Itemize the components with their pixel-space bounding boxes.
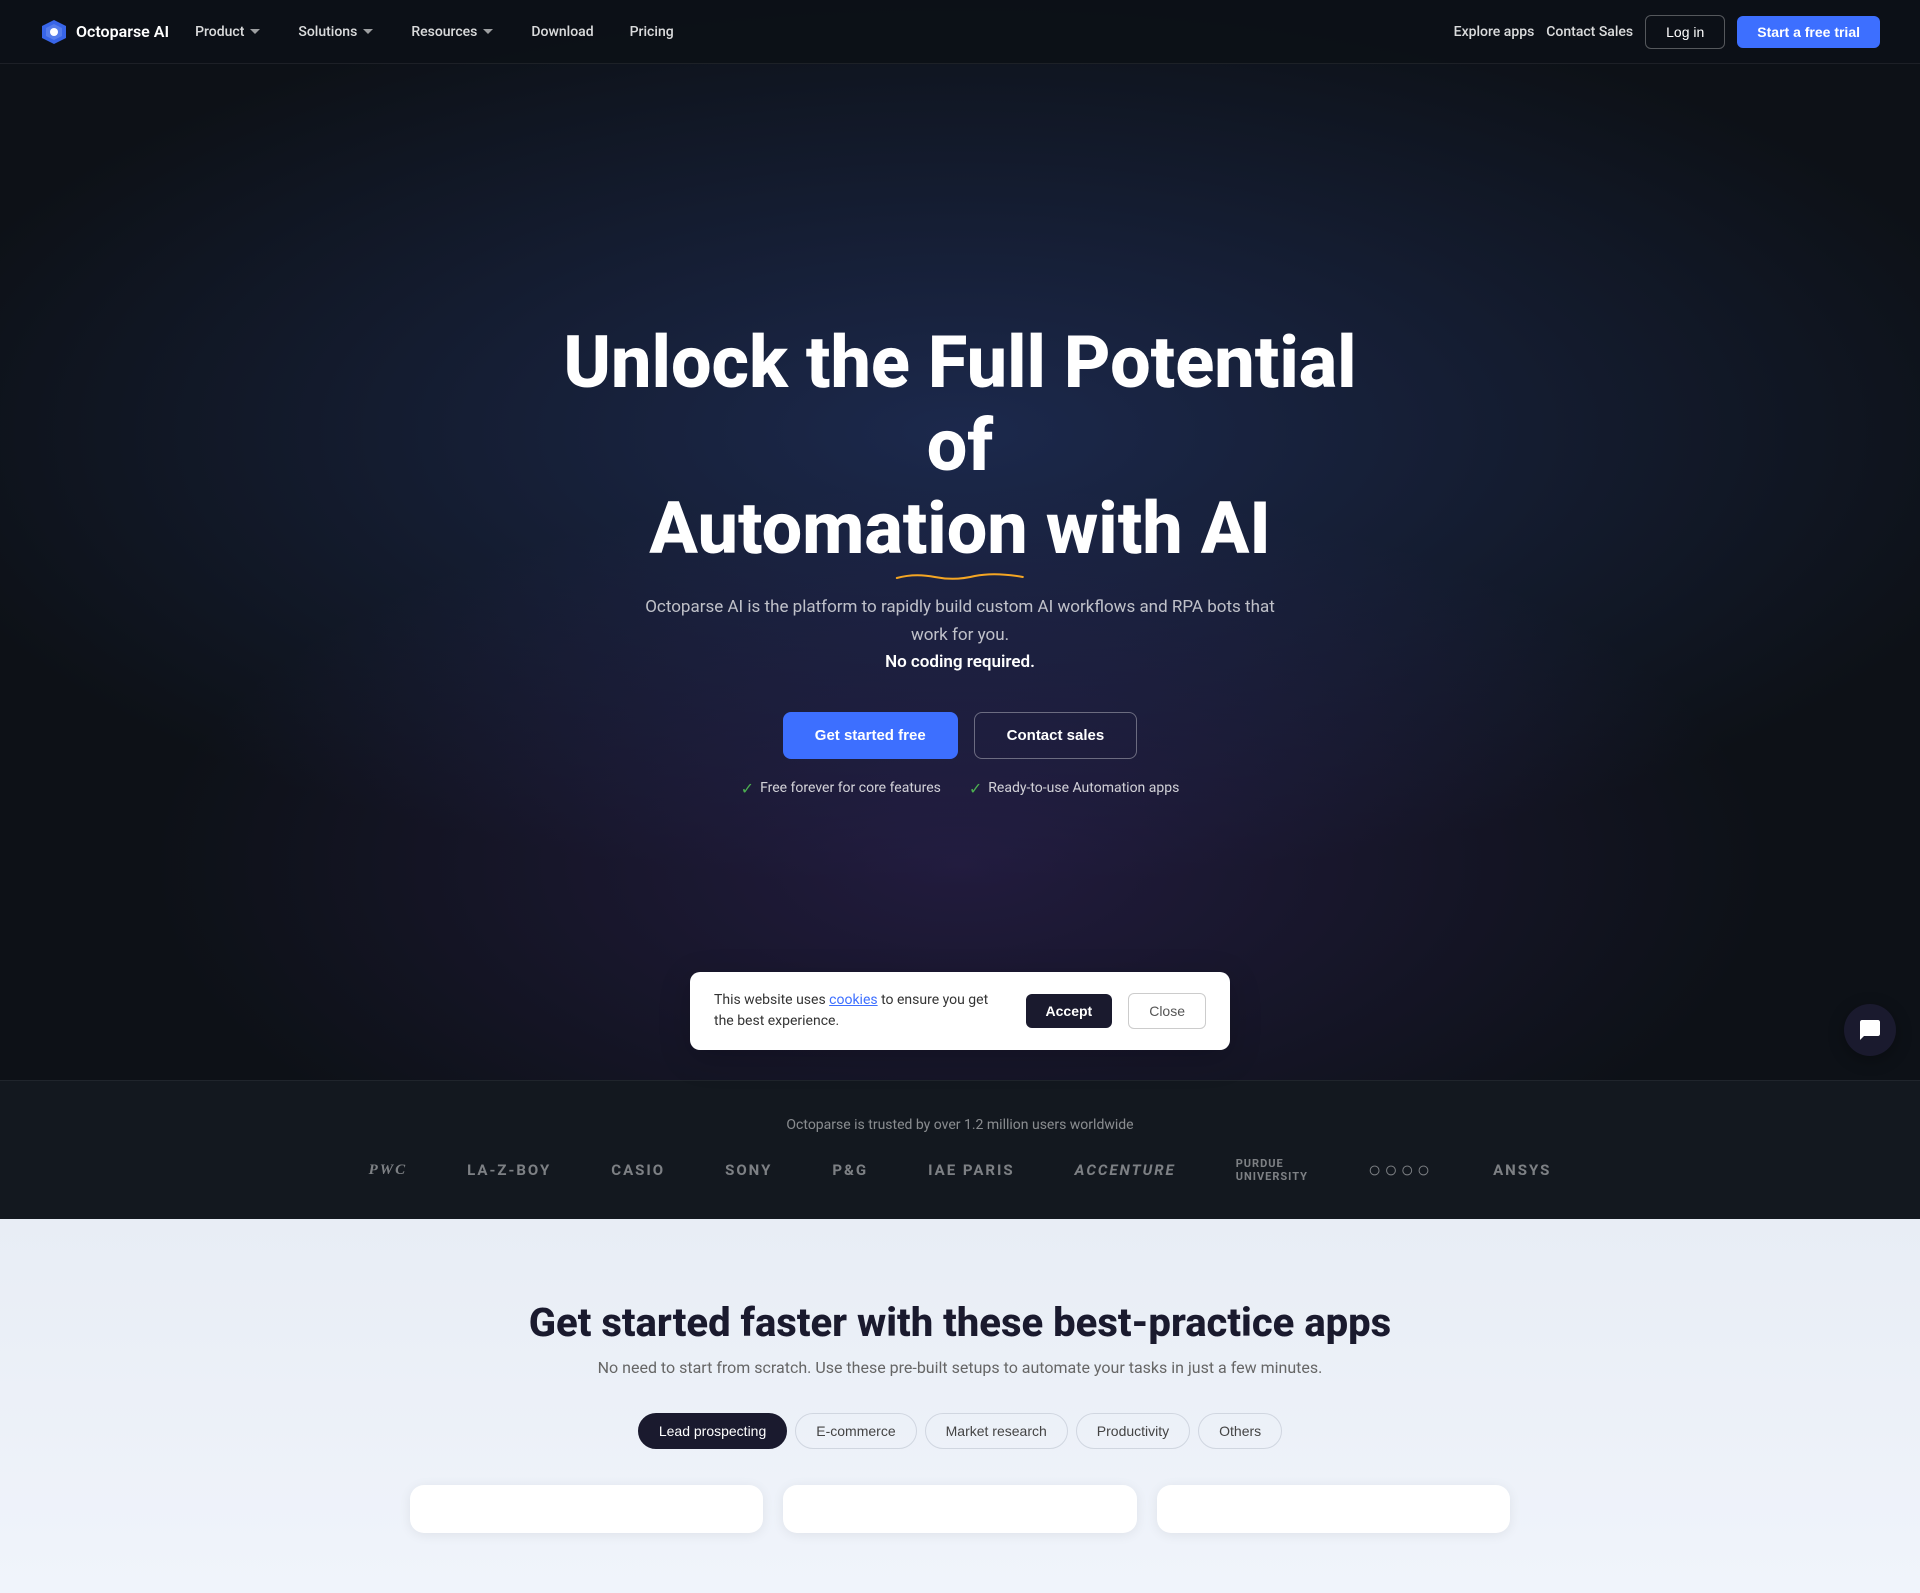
logo-sony: SONY (725, 1161, 772, 1179)
hero-feature-2: ✓ Ready-to-use Automation apps (969, 779, 1179, 798)
navbar: Octoparse AI Product Solutions Resources… (0, 0, 1920, 64)
nav-right: Explore apps Contact Sales Log in Start … (1454, 15, 1880, 49)
logo-ansys: Ansys (1493, 1161, 1551, 1179)
nav-pricing[interactable]: Pricing (612, 0, 692, 64)
logo-lazboy: LA‑Z‑BOY (467, 1161, 551, 1179)
cookie-banner: This website uses cookies to ensure you … (690, 972, 1230, 1050)
hero-title: Unlock the Full Potential of Automation … (560, 322, 1360, 570)
login-button[interactable]: Log in (1645, 15, 1725, 49)
hero-features: ✓ Free forever for core features ✓ Ready… (741, 779, 1180, 798)
get-started-button[interactable]: Get started free (783, 712, 958, 759)
chat-widget[interactable] (1844, 1004, 1896, 1056)
contact-sales-button[interactable]: Contact sales (974, 712, 1138, 759)
tab-market-research[interactable]: Market research (925, 1413, 1068, 1449)
hero-section: Unlock the Full Potential of Automation … (0, 0, 1920, 1080)
feature-1-label: Free forever for core features (760, 780, 941, 796)
trusted-text: Octoparse is trusted by over 1.2 million… (0, 1117, 1920, 1133)
logo-purdue: PURDUEUNIVERSITY (1236, 1157, 1308, 1183)
apps-section-title: Get started faster with these best-pract… (40, 1299, 1880, 1346)
chat-icon (1858, 1018, 1882, 1042)
cookie-close-button[interactable]: Close (1128, 993, 1206, 1029)
hero-title-line2: Automation with AI (649, 488, 1271, 571)
nav-resources[interactable]: Resources (393, 0, 513, 64)
app-card-3 (1157, 1485, 1510, 1533)
logo-pwc: PwC (369, 1162, 408, 1179)
logo-iaeparis: IAE PARIS (928, 1161, 1015, 1179)
chevron-down-icon (481, 25, 495, 39)
logo-icon (40, 18, 68, 46)
cookie-text: This website uses cookies to ensure you … (714, 990, 1010, 1032)
contact-sales-link[interactable]: Contact Sales (1546, 24, 1633, 40)
nav-solutions[interactable]: Solutions (280, 0, 393, 64)
check-icon-1: ✓ (741, 779, 754, 798)
hero-buttons: Get started free Contact sales (783, 712, 1137, 759)
brand-name: Octoparse AI (76, 22, 169, 41)
trusted-section: Octoparse is trusted by over 1.2 million… (0, 1080, 1920, 1219)
logo-link[interactable]: Octoparse AI (40, 18, 169, 46)
start-trial-button[interactable]: Start a free trial (1737, 16, 1880, 48)
nav-download[interactable]: Download (513, 0, 611, 64)
chevron-down-icon (361, 25, 375, 39)
nav-product[interactable]: Product (177, 0, 280, 64)
logo-casio: CASIO (611, 1161, 665, 1179)
app-card-1 (410, 1485, 763, 1533)
tab-lead-prospecting[interactable]: Lead prospecting (638, 1413, 787, 1449)
logo-audi: ○○○○ (1368, 1157, 1433, 1183)
feature-2-label: Ready-to-use Automation apps (988, 780, 1179, 796)
app-card-2 (783, 1485, 1136, 1533)
explore-apps-link[interactable]: Explore apps (1454, 24, 1535, 40)
logos-track: PwC LA‑Z‑BOY CASIO SONY P&G IAE PARIS ac… (0, 1157, 1920, 1183)
nav-links: Product Solutions Resources Download Pri… (177, 0, 692, 64)
underline-wave-icon (649, 572, 1271, 580)
apps-tabs: Lead prospecting E-commerce Market resea… (40, 1413, 1880, 1449)
logo-pg: P&G (832, 1161, 868, 1179)
nav-left: Octoparse AI Product Solutions Resources… (40, 0, 692, 64)
check-icon-2: ✓ (969, 779, 982, 798)
cookie-link[interactable]: cookies (829, 992, 877, 1008)
hero-feature-1: ✓ Free forever for core features (741, 779, 941, 798)
apps-cards-grid (410, 1485, 1510, 1533)
apps-section: Get started faster with these best-pract… (0, 1219, 1920, 1593)
tab-ecommerce[interactable]: E-commerce (795, 1413, 916, 1449)
cookie-accept-button[interactable]: Accept (1026, 994, 1113, 1028)
logo-accenture: accenture (1075, 1161, 1176, 1179)
hero-subtitle-strong: No coding required. (885, 652, 1035, 672)
apps-section-subtitle: No need to start from scratch. Use these… (40, 1358, 1880, 1377)
chevron-down-icon (248, 25, 262, 39)
hero-title-line1: Unlock the Full Potential of (563, 320, 1356, 488)
tab-others[interactable]: Others (1198, 1413, 1282, 1449)
tab-productivity[interactable]: Productivity (1076, 1413, 1190, 1449)
hero-subtitle: Octoparse AI is the platform to rapidly … (640, 594, 1280, 676)
